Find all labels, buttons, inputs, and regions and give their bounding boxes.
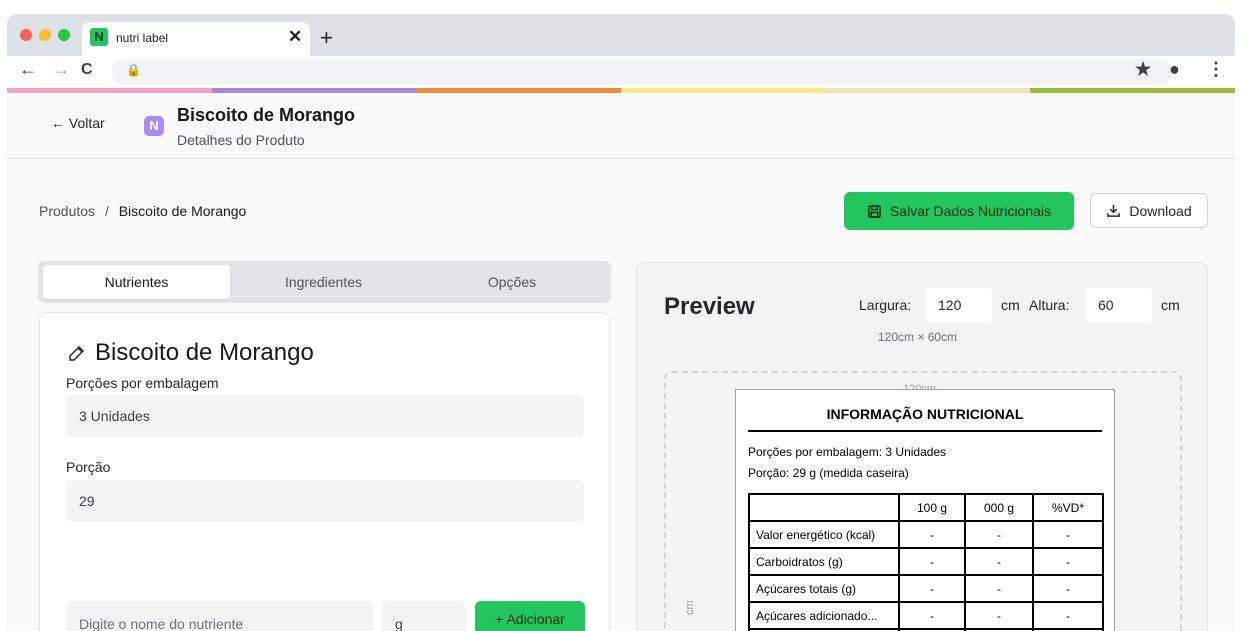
nutrient-unit-select[interactable]: g — [382, 601, 466, 631]
table-cell: - — [964, 547, 1034, 576]
reload-icon[interactable]: C — [81, 61, 93, 79]
app-logo-icon: N — [144, 116, 164, 136]
app-root: ← Voltar N Biscoito de Morango Detalhes … — [7, 93, 1235, 631]
browser-tab-title: nutri label — [116, 31, 169, 45]
table-cell: - — [1032, 547, 1104, 576]
table-row: Carboidratos (g) - - - — [748, 547, 1104, 576]
portion-input[interactable]: 29 — [66, 480, 584, 522]
table-cell: - — [964, 574, 1034, 603]
table-cell: - — [964, 520, 1034, 549]
servings-input[interactable]: 3 Unidades — [66, 395, 584, 437]
table-cell: Açúcares totais (g) — [748, 574, 900, 603]
new-tab-icon[interactable]: + — [320, 25, 333, 51]
ruler-height: cm — [684, 600, 696, 615]
table-cell: - — [898, 520, 966, 549]
height-unit: cm — [1161, 297, 1180, 313]
table-cell: - — [964, 601, 1034, 630]
nutrition-label-heading: INFORMAÇÃO NUTRICIONAL — [748, 406, 1102, 432]
table-cell: - — [1032, 574, 1104, 603]
nutrient-name-input[interactable]: Digite o nome do nutriente — [66, 601, 373, 631]
table-cell: Valor energético (kcal) — [748, 520, 900, 549]
table-header-cell — [748, 493, 900, 522]
breadcrumb: Produtos / Biscoito de Morango — [39, 203, 246, 219]
app-favicon-icon: N — [90, 28, 108, 46]
nutrients-form-card: Biscoito de Morango Porções por embalage… — [39, 312, 610, 631]
add-nutrient-button[interactable]: + Adicionar — [475, 601, 585, 631]
browser-menu-icon[interactable]: ⋮ — [1207, 59, 1225, 80]
breadcrumb-separator: / — [104, 203, 109, 219]
save-button-label: Salvar Dados Nutricionais — [889, 203, 1052, 219]
browser-toolbar: ← → C 🔒 ★ ● ⋮ — [7, 56, 1235, 88]
table-header-cell: 000 g — [964, 493, 1034, 522]
window-maximize-button[interactable] — [58, 29, 70, 41]
browser-tab[interactable]: N nutri label ✕ — [82, 22, 310, 56]
forward-arrow-icon[interactable]: → — [52, 59, 70, 80]
portion-line: Porção: 29 g (medida caseira) — [748, 466, 909, 480]
back-arrow-icon[interactable]: ← — [19, 59, 37, 80]
table-header-cell: %VD* — [1032, 493, 1104, 522]
save-icon — [868, 204, 881, 218]
app-header: ← Voltar N Biscoito de Morango Detalhes … — [7, 93, 1235, 159]
breadcrumb-current: Biscoito de Morango — [118, 203, 247, 219]
download-button-label: Download — [1129, 202, 1192, 219]
table-cell: - — [898, 547, 966, 576]
page-subtitle: Detalhes do Produto — [177, 132, 305, 148]
product-name: Biscoito de Morango — [95, 339, 314, 366]
tab-opcoes[interactable]: Opções — [417, 265, 607, 299]
preview-panel: Preview Largura: 120 cm Altura: 60 cm 12… — [636, 262, 1208, 631]
breadcrumb-link-products[interactable]: Produtos — [39, 203, 95, 219]
table-row: Valor energético (kcal) - - - — [748, 520, 1104, 549]
browser-tab-bar: N nutri label ✕ + — [0, 0, 1248, 56]
table-cell: Carboidratos (g) — [748, 547, 900, 576]
pencil-icon[interactable] — [67, 343, 87, 363]
window-minimize-button[interactable] — [39, 29, 51, 41]
table-row: Açúcares adicionado... - - - — [748, 601, 1104, 630]
table-header-row: 100 g 000 g %VD* — [748, 493, 1104, 522]
width-label: Largura: — [859, 297, 912, 313]
table-header-cell: 100 g — [898, 493, 966, 522]
nutrition-table: 100 g 000 g %VD* Valor energético (kcal)… — [748, 493, 1104, 631]
account-icon[interactable]: ● — [1169, 59, 1180, 80]
page-title: Biscoito de Morango — [177, 105, 356, 125]
close-icon[interactable]: ✕ — [288, 27, 302, 47]
servings-label: Porções por embalagem — [66, 375, 219, 391]
table-cell: - — [1032, 601, 1104, 630]
back-button[interactable]: ← Voltar — [51, 115, 105, 131]
save-nutrition-button[interactable]: Salvar Dados Nutricionais — [844, 192, 1074, 230]
table-cell: - — [898, 574, 966, 603]
tab-nutrientes[interactable]: Nutrientes — [43, 265, 230, 299]
table-cell: Açúcares adicionado... — [748, 601, 900, 630]
section-tabs: Nutrientes Ingredientes Opções — [38, 261, 611, 303]
dimensions-readout: 120cm × 60cm — [878, 330, 958, 344]
download-button[interactable]: Download — [1090, 193, 1208, 228]
height-input[interactable]: 60 — [1086, 288, 1152, 322]
servings-line: Porções por embalagem: 3 Unidades — [748, 445, 947, 459]
height-label: Altura: — [1029, 297, 1070, 313]
portion-label: Porção — [66, 459, 111, 475]
tab-ingredientes[interactable]: Ingredientes — [230, 265, 417, 299]
nutrition-label: INFORMAÇÃO NUTRICIONAL Porções por embal… — [735, 389, 1115, 631]
window-close-button[interactable] — [20, 29, 32, 41]
product-name-heading: Biscoito de Morango — [67, 339, 314, 367]
width-unit: cm — [1001, 297, 1020, 313]
address-bar[interactable]: 🔒 — [112, 59, 1172, 85]
download-icon — [1107, 204, 1121, 217]
bookmark-star-icon[interactable]: ★ — [1135, 59, 1151, 80]
table-row: Açúcares totais (g) - - - — [748, 574, 1104, 603]
lock-icon: 🔒 — [126, 63, 141, 77]
width-input[interactable]: 120 — [926, 288, 992, 322]
preview-title: Preview — [664, 293, 755, 320]
table-cell: - — [1032, 520, 1104, 549]
label-canvas: 120cm cm INFORMAÇÃO NUTRICIONAL Porções … — [664, 371, 1182, 631]
table-cell: - — [898, 601, 966, 630]
